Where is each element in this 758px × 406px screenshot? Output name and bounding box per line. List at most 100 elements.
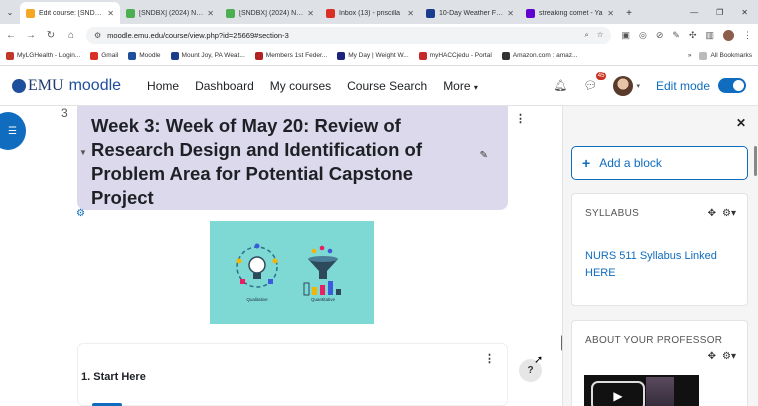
messages-icon[interactable]: 💬︎ 45 xyxy=(583,72,607,92)
new-tab-icon[interactable]: + xyxy=(620,2,638,24)
more-bookmarks-icon[interactable]: » xyxy=(688,52,692,59)
move-icon[interactable]: ✥ xyxy=(708,208,716,219)
add-block-button[interactable]: + Add a block xyxy=(571,146,748,180)
close-drawer-icon[interactable]: ✕ xyxy=(736,116,746,130)
tab-title: 10-Day Weather Fore xyxy=(439,9,504,17)
bookmark-star-icon[interactable]: ☆ xyxy=(597,30,604,40)
browser-tab[interactable]: streaking comet - Ya ✕ xyxy=(520,2,620,24)
tab-favicon-icon xyxy=(426,8,435,18)
bookmark-item[interactable]: MyLGHealth - Login... xyxy=(6,51,80,60)
nav-more[interactable]: More ▾ xyxy=(443,79,478,93)
profile-avatar[interactable] xyxy=(723,29,734,41)
bookmark-favicon-icon xyxy=(337,51,346,60)
bookmark-label: Members 1st Feder... xyxy=(265,52,328,59)
browser-tab[interactable]: [SNDBX] (2024) NUR ✕ xyxy=(220,2,320,24)
bookmark-favicon-icon xyxy=(90,51,99,60)
nav-course-search[interactable]: Course Search xyxy=(347,79,427,93)
collapse-triangle-icon[interactable]: ▼ xyxy=(79,148,87,157)
edit-mode-switch[interactable] xyxy=(718,78,746,93)
home-icon[interactable]: ⌂ xyxy=(66,30,76,41)
site-info-icon[interactable]: ⚙ xyxy=(94,31,101,40)
bookmark-label: Moodle xyxy=(139,52,161,59)
back-icon[interactable]: ← xyxy=(6,30,16,41)
tab-close-icon[interactable]: ✕ xyxy=(507,9,514,18)
browser-tab[interactable]: [SNDBX] (2024) NUR ✕ xyxy=(120,2,220,24)
nav-dashboard[interactable]: Dashboard xyxy=(195,79,254,93)
extension-icon[interactable]: ⊘ xyxy=(656,30,664,41)
minimize-icon[interactable]: — xyxy=(690,8,698,17)
image-label-qualitative: Qualitative xyxy=(246,297,268,302)
bookmark-item[interactable]: myHACCjedu - Portal xyxy=(418,51,492,60)
moodle-navbar: EMU moodle Home Dashboard My courses Cou… xyxy=(0,66,758,106)
drawer-scrollbar[interactable] xyxy=(754,146,757,176)
bookmark-item[interactable]: Mount Joy, PA Weat... xyxy=(170,51,245,60)
forward-icon[interactable]: → xyxy=(26,30,36,41)
sidebar-icon[interactable]: ▥ xyxy=(705,30,714,41)
qualitative-quantitative-illustration: Qualitative Quantitative xyxy=(236,243,341,302)
maximize-icon[interactable]: ❐ xyxy=(716,8,723,17)
extension-icon[interactable]: ✎ xyxy=(672,30,680,41)
block-title: SYLLABUS xyxy=(585,208,640,219)
bookmark-item[interactable]: Gmail xyxy=(90,51,118,60)
tab-close-icon[interactable]: ✕ xyxy=(407,9,414,18)
edit-mode-toggle[interactable]: Edit mode xyxy=(656,78,746,93)
tab-title: [SNDBX] (2024) NUR xyxy=(139,9,204,17)
play-icon[interactable]: ▶ xyxy=(591,381,645,406)
brand-emu: EMU xyxy=(28,76,64,94)
bookmark-item[interactable]: Amazon.com : amaz... xyxy=(501,51,577,60)
bookmark-item[interactable]: Moodle xyxy=(128,51,161,60)
block-title: ABOUT YOUR PROFESSOR xyxy=(585,335,723,346)
tab-search-icon[interactable]: ⌄ xyxy=(0,0,20,24)
tab-favicon-icon xyxy=(326,8,335,18)
browser-tab[interactable]: Inbox (13) - priscilla ✕ xyxy=(320,2,420,24)
syllabus-link[interactable]: NURS 511 Syllabus Linked HERE xyxy=(585,248,735,282)
zoom-icon[interactable]: ⌕ xyxy=(585,30,589,40)
bookmark-item[interactable]: My Day | Weight W... xyxy=(337,51,409,60)
browser-tab[interactable]: Edit course: [SNDBX ✕ xyxy=(20,2,120,24)
browser-tab[interactable]: 10-Day Weather Fore ✕ xyxy=(420,2,520,24)
section-actions-menu-icon[interactable]: ⋮ xyxy=(515,112,526,125)
extension-icon[interactable]: ▣ xyxy=(621,30,630,41)
nav-home[interactable]: Home xyxy=(147,79,179,93)
tab-close-icon[interactable]: ✕ xyxy=(107,9,114,18)
site-logo[interactable]: EMU moodle xyxy=(12,77,121,95)
bookmark-item[interactable]: Members 1st Feder... xyxy=(254,51,328,60)
window-controls: — ❐ ✕ xyxy=(690,0,758,24)
notifications-bell-icon[interactable]: 🔔︎ xyxy=(554,79,568,92)
bookmark-favicon-icon xyxy=(254,51,263,60)
puzzle-icon[interactable]: ✣ xyxy=(689,30,697,41)
gear-icon[interactable]: ⚙ xyxy=(76,208,85,219)
tab-title: Inbox (13) - priscilla xyxy=(339,9,401,17)
tab-favicon-icon xyxy=(26,8,35,18)
tab-close-icon[interactable]: ✕ xyxy=(307,9,314,18)
tab-title: Edit course: [SNDBX xyxy=(39,9,104,17)
edit-pencil-icon[interactable]: ✎ xyxy=(480,150,488,161)
all-bookmarks-label: All Bookmarks xyxy=(710,52,752,59)
bookmarks-bar: MyLGHealth - Login... Gmail Moodle Mount… xyxy=(0,46,758,66)
user-menu[interactable]: ▾ xyxy=(613,75,640,96)
bookmark-label: Mount Joy, PA Weat... xyxy=(181,52,245,59)
reload-icon[interactable]: ↻ xyxy=(46,30,56,41)
extension-icon[interactable]: ◎ xyxy=(639,30,647,41)
move-icon[interactable]: ✥ xyxy=(708,351,716,362)
plus-icon: + xyxy=(582,155,591,171)
window-close-icon[interactable]: ✕ xyxy=(741,8,748,17)
url-text: moodle.emu.edu/course/view.php?id=25669#… xyxy=(107,30,289,40)
activity-name[interactable]: 1. Start Here xyxy=(81,371,146,383)
edit-mode-label: Edit mode xyxy=(655,78,710,93)
url-field[interactable]: ⚙ moodle.emu.edu/course/view.php?id=2566… xyxy=(86,26,612,44)
gear-icon[interactable]: ⚙▾ xyxy=(722,351,736,362)
folder-icon xyxy=(699,51,708,60)
tab-close-icon[interactable]: ✕ xyxy=(607,9,614,18)
professor-video[interactable]: ▶ xyxy=(584,375,699,406)
bookmark-favicon-icon xyxy=(501,51,510,60)
nav-my-courses[interactable]: My courses xyxy=(270,79,331,93)
gear-icon[interactable]: ⚙▾ xyxy=(722,208,736,219)
list-icon: ☰ xyxy=(8,125,17,137)
tab-close-icon[interactable]: ✕ xyxy=(207,9,214,18)
browser-menu-icon[interactable]: ⋮ xyxy=(743,30,752,41)
all-bookmarks[interactable]: All Bookmarks xyxy=(699,51,752,60)
activity-actions-menu-icon[interactable]: ⋮ xyxy=(484,352,495,365)
tab-favicon-icon xyxy=(226,8,235,18)
switch-knob xyxy=(733,80,744,91)
